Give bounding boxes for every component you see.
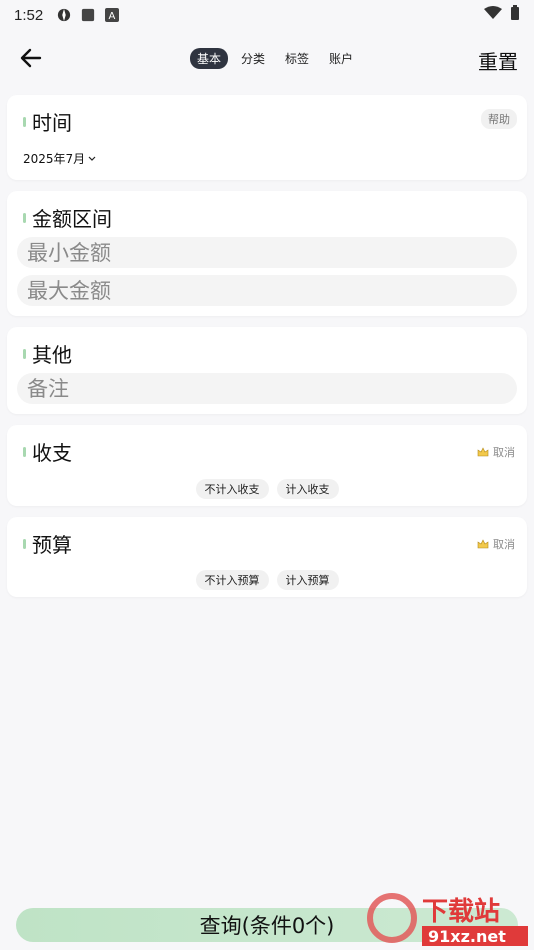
- income-card: 收支 取消 不计入收支 计入收支: [7, 425, 527, 506]
- wifi-icon: [484, 6, 502, 24]
- income-cancel-label: 取消: [493, 446, 515, 459]
- other-card: 其他: [7, 327, 527, 414]
- watermark-en: 91xz.net: [428, 927, 506, 946]
- amount-title-text: 金额区间: [32, 207, 112, 231]
- status-time: 1:52: [14, 6, 44, 24]
- crown-icon: [477, 539, 489, 549]
- battery-icon: [510, 5, 520, 25]
- title-mark: [23, 212, 26, 223]
- budget-cancel-label: 取消: [493, 538, 515, 551]
- chip-include-budget[interactable]: 计入预算: [276, 570, 339, 590]
- budget-chips: 不计入预算 计入预算: [7, 570, 527, 590]
- title-mark: [23, 348, 26, 359]
- income-cancel-button[interactable]: 取消: [477, 444, 515, 460]
- tab-basic[interactable]: 基本: [190, 48, 229, 69]
- status-bar: 1:52 A: [0, 0, 534, 30]
- budget-card: 预算 取消 不计入预算 计入预算: [7, 517, 527, 597]
- income-card-title: 收支: [23, 437, 72, 466]
- time-card-title: 时间: [23, 107, 72, 136]
- title-mark: [23, 116, 26, 127]
- back-button[interactable]: [18, 46, 44, 70]
- note-input[interactable]: [17, 373, 517, 404]
- min-amount-input[interactable]: [17, 237, 517, 268]
- income-title-text: 收支: [32, 441, 72, 465]
- tab-account[interactable]: 账户: [322, 48, 360, 69]
- title-mark: [23, 446, 26, 457]
- other-card-title: 其他: [23, 339, 72, 368]
- chip-exclude-income[interactable]: 不计入收支: [195, 479, 269, 499]
- budget-card-title: 预算: [23, 529, 72, 558]
- chevron-down-icon: [88, 156, 96, 161]
- status-app-icon: [57, 8, 71, 22]
- income-chips: 不计入收支 计入收支: [7, 479, 527, 499]
- month-selector[interactable]: 2025年7月: [23, 150, 96, 167]
- other-title-text: 其他: [32, 343, 72, 367]
- help-button[interactable]: 帮助: [481, 109, 517, 129]
- budget-title-text: 预算: [32, 533, 72, 557]
- watermark-logo: 下载站 91xz.net: [367, 893, 528, 946]
- watermark-cn: 下载站: [422, 897, 500, 927]
- time-title-text: 时间: [32, 111, 72, 135]
- amount-card: 金额区间: [7, 191, 527, 316]
- month-value: 2025年7月: [23, 152, 86, 166]
- amount-card-title: 金额区间: [23, 203, 112, 232]
- budget-cancel-button[interactable]: 取消: [477, 536, 515, 552]
- filter-tabs: 基本 分类 标签 账户: [190, 48, 360, 69]
- tab-category[interactable]: 分类: [234, 48, 272, 69]
- status-a-icon: A: [105, 8, 120, 22]
- reset-button[interactable]: 重置: [478, 46, 518, 75]
- arrow-left-icon: [20, 48, 42, 68]
- time-card: 时间 帮助 2025年7月: [7, 95, 527, 180]
- title-mark: [23, 538, 26, 549]
- svg-text:A: A: [109, 11, 116, 22]
- chip-exclude-budget[interactable]: 不计入预算: [195, 570, 269, 590]
- max-amount-input[interactable]: [17, 275, 517, 306]
- chip-include-income[interactable]: 计入收支: [276, 479, 339, 499]
- crown-icon: [477, 447, 489, 457]
- status-square-icon: [81, 8, 95, 22]
- top-bar: 基本 分类 标签 账户 重置: [0, 38, 534, 78]
- tab-tag[interactable]: 标签: [278, 48, 316, 69]
